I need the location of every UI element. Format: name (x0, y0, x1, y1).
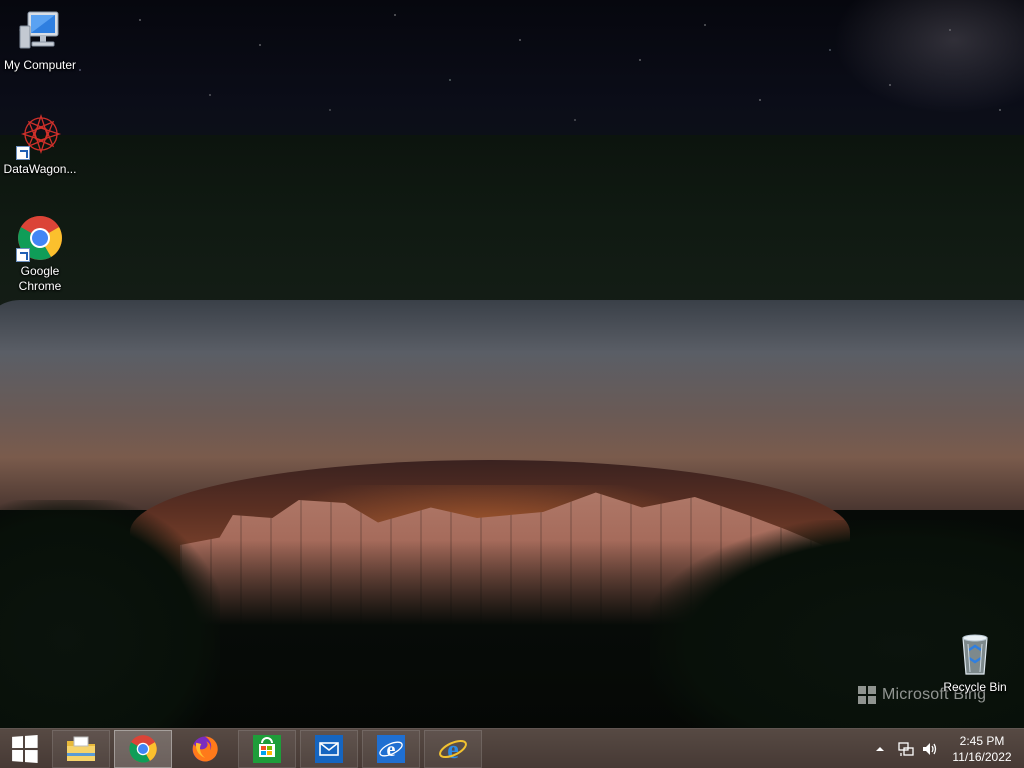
store-icon (253, 735, 281, 763)
computer-icon (16, 8, 64, 56)
taskbar-store[interactable] (238, 730, 296, 768)
clock-date: 11/16/2022 (952, 750, 1012, 764)
desktop-icon-label: Google Chrome (18, 264, 62, 293)
taskbar-mail[interactable] (300, 730, 358, 768)
network-icon (898, 742, 914, 756)
taskbar-file-explorer[interactable] (52, 730, 110, 768)
speaker-icon (923, 743, 937, 755)
chrome-icon (129, 735, 157, 763)
volume-tray-button[interactable] (921, 729, 939, 768)
desktop-icon-label: My Computer (3, 58, 77, 72)
shortcut-arrow-icon (16, 146, 30, 160)
tree-line (0, 135, 1024, 315)
network-tray-button[interactable] (898, 729, 914, 768)
clock-time: 2:45 PM (959, 734, 1005, 748)
taskbar-internet-explorer[interactable]: e (362, 730, 420, 768)
desktop-icon-label: Recycle Bin (943, 680, 1007, 694)
taskbar-google-chrome[interactable] (114, 730, 172, 768)
system-clock[interactable]: 2:45 PM 11/16/2022 (940, 733, 1024, 765)
ie-icon: e (439, 735, 467, 764)
file-explorer-icon (67, 736, 95, 761)
desktop-wallpaper: Microsoft Bing (0, 0, 1024, 728)
bing-logo-icon (858, 686, 876, 704)
recycle-bin-icon (951, 630, 999, 678)
svg-text:e: e (447, 735, 459, 764)
mail-icon (315, 735, 343, 763)
foreground-trees-left (0, 500, 220, 728)
firefox-icon (192, 736, 218, 762)
desktop-icon-google-chrome[interactable]: Google Chrome (0, 214, 80, 294)
datawagon-icon (16, 112, 64, 160)
desktop-icon-my-computer[interactable]: My Computer (0, 8, 80, 73)
taskbar: e e 2:45 PM 11/16/2022 (0, 728, 1024, 768)
chrome-icon (16, 214, 64, 262)
start-button[interactable] (0, 729, 48, 768)
ie-icon: e (377, 735, 405, 763)
taskbar-internet-explorer-desktop[interactable]: e (424, 730, 482, 768)
desktop-icon-recycle-bin[interactable]: Recycle Bin (935, 630, 1015, 695)
show-hidden-icons-button[interactable] (874, 729, 886, 768)
taskbar-firefox[interactable] (176, 730, 234, 768)
desktop-icon-datawagon[interactable]: DataWagon... (0, 112, 80, 177)
milky-way (824, 0, 1024, 120)
chevron-up-icon (876, 747, 884, 751)
windows-logo-icon (12, 735, 38, 763)
shortcut-arrow-icon (16, 248, 30, 262)
desktop-icon-label: DataWagon... (3, 162, 77, 176)
